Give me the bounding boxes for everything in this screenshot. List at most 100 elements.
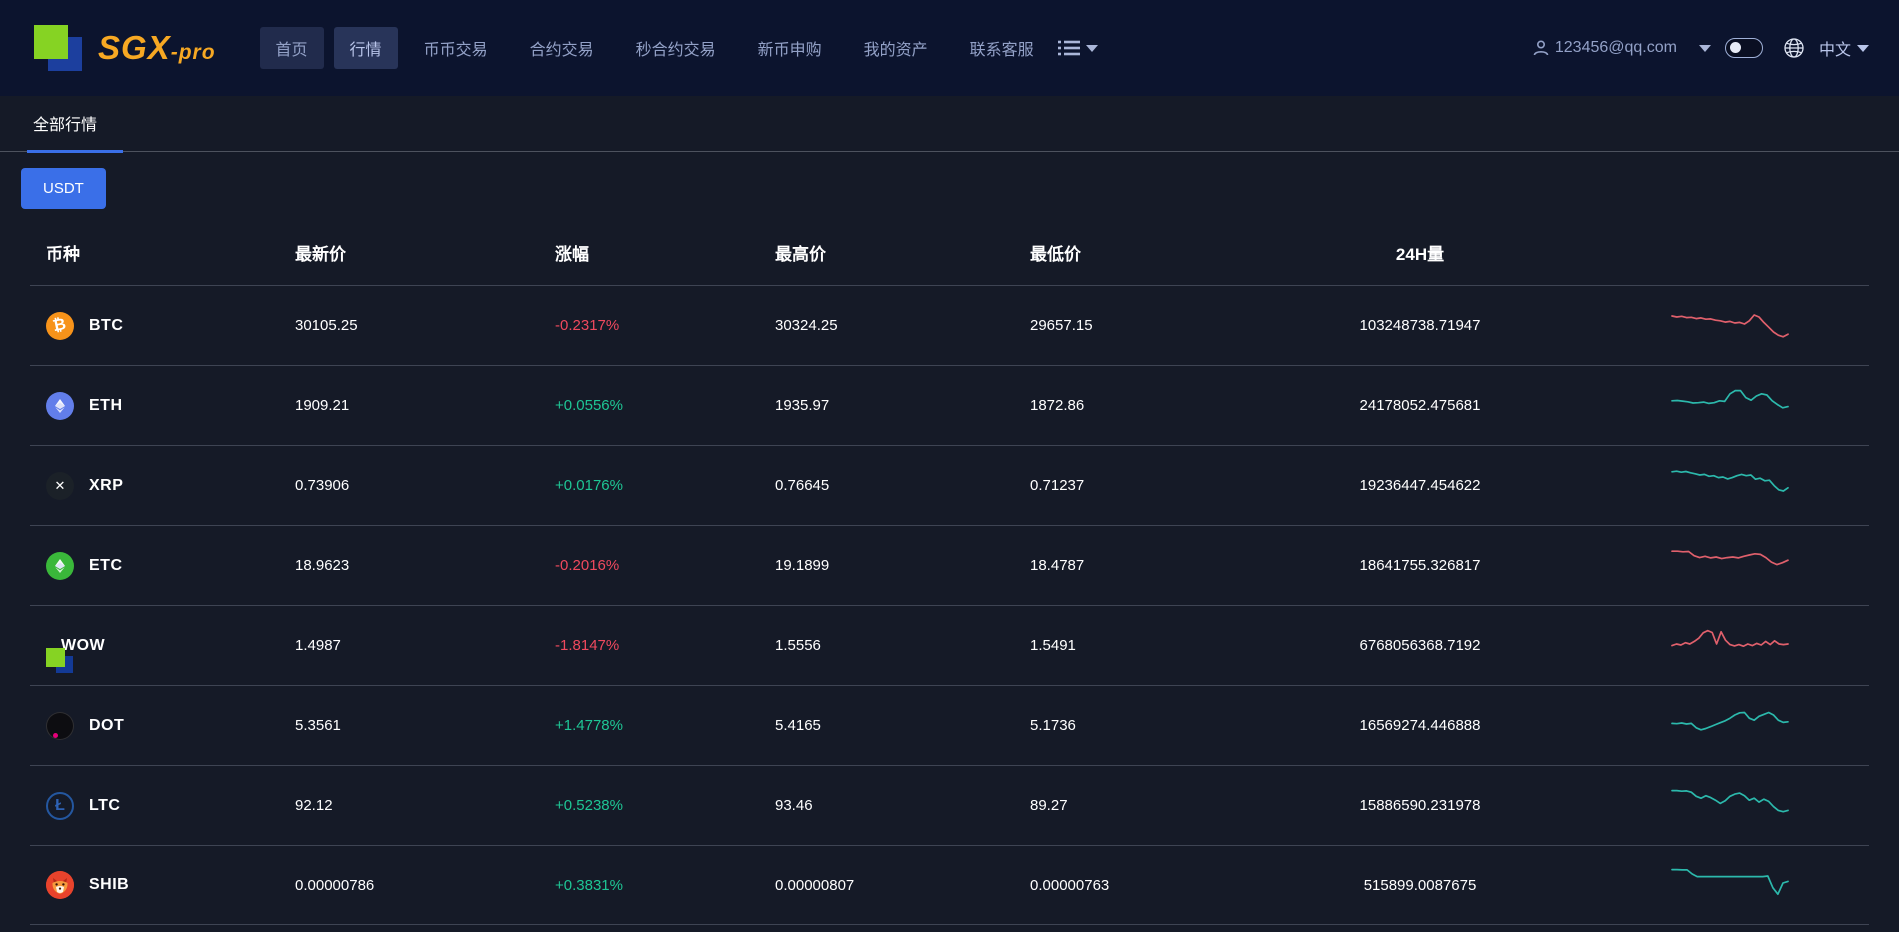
chevron-down-icon [1086, 45, 1098, 52]
coin-icon [46, 552, 74, 580]
volume-24h: 16569274.446888 [1290, 717, 1550, 734]
market-row-ltc[interactable]: Ł LTC 92.12 +0.5238% 93.46 89.27 1588659… [30, 765, 1869, 845]
change-percent: +0.0176% [555, 477, 775, 494]
low-price: 89.27 [1030, 797, 1290, 814]
col-header-change: 涨幅 [555, 240, 775, 265]
nav-item-4[interactable]: 秒合约交易 [620, 27, 732, 69]
market-row-wow[interactable]: WOW 1.4987 -1.8147% 1.5556 1.5491 676805… [30, 605, 1869, 685]
market-table-header: 币种 最新价 涨幅 最高价 最低价 24H量 [30, 219, 1869, 285]
nav-more-menu[interactable] [1058, 39, 1098, 57]
globe-icon [1783, 37, 1805, 59]
high-price: 0.00000807 [775, 877, 1030, 894]
sparkline-chart [1670, 624, 1790, 668]
col-header-coin: 币种 [30, 240, 295, 265]
coin-symbol: LTC [89, 797, 120, 815]
high-price: 0.76645 [775, 477, 1030, 494]
last-price: 5.3561 [295, 717, 555, 734]
change-percent: -1.8147% [555, 637, 775, 654]
sparkline-chart [1670, 464, 1790, 508]
last-price: 92.12 [295, 797, 555, 814]
coin-symbol: SHIB [89, 876, 129, 894]
coin-icon: ₿ [46, 312, 74, 340]
high-price: 1.5556 [775, 637, 1030, 654]
brand-logo-text: SGX-pro [98, 29, 216, 67]
coin-symbol: WOW [61, 637, 105, 655]
last-price: 1.4987 [295, 637, 555, 654]
volume-24h: 18641755.326817 [1290, 557, 1550, 574]
nav-item-3[interactable]: 合约交易 [514, 27, 610, 69]
coin-icon [46, 712, 74, 740]
high-price: 1935.97 [775, 397, 1030, 414]
language-selector[interactable]: 中文 [1819, 36, 1869, 60]
market-row-dot[interactable]: DOT 5.3561 +1.4778% 5.4165 5.1736 165692… [30, 685, 1869, 765]
nav-item-5[interactable]: 新币申购 [742, 27, 838, 69]
account-email: 123456@qq.com [1555, 39, 1677, 57]
market-row-btc[interactable]: ₿ BTC 30105.25 -0.2317% 30324.25 29657.1… [30, 285, 1869, 365]
volume-24h: 103248738.71947 [1290, 317, 1550, 334]
market-row-etc[interactable]: ETC 18.9623 -0.2016% 19.1899 18.4787 186… [30, 525, 1869, 605]
last-price: 1909.21 [295, 397, 555, 414]
low-price: 1872.86 [1030, 397, 1290, 414]
col-header-price: 最新价 [295, 240, 555, 265]
coin-symbol: ETC [89, 557, 123, 575]
user-icon [1532, 39, 1550, 57]
brand-logo-icon [34, 25, 84, 71]
col-header-low: 最低价 [1030, 240, 1290, 265]
tab-all-markets[interactable]: 全部行情 [33, 111, 97, 151]
coin-icon [46, 871, 74, 899]
market-row-eth[interactable]: ETH 1909.21 +0.0556% 1935.97 1872.86 241… [30, 365, 1869, 445]
nav-item-6[interactable]: 我的资产 [848, 27, 944, 69]
volume-24h: 6768056368.7192 [1290, 637, 1550, 654]
coin-icon: Ł [46, 792, 74, 820]
volume-24h: 515899.0087675 [1290, 877, 1550, 894]
nav-item-0[interactable]: 首页 [260, 27, 324, 69]
col-header-high: 最高价 [775, 240, 1030, 265]
active-tab-underline [27, 150, 123, 153]
volume-24h: 15886590.231978 [1290, 797, 1550, 814]
low-price: 1.5491 [1030, 637, 1290, 654]
coin-symbol: BTC [89, 317, 123, 335]
coin-symbol: ETH [89, 397, 123, 415]
market-tabbar: 全部行情 [0, 96, 1899, 152]
sparkline-chart [1670, 384, 1790, 428]
coin-symbol: XRP [89, 477, 123, 495]
volume-24h: 19236447.454622 [1290, 477, 1550, 494]
nav-item-7[interactable]: 联系客服 [954, 27, 1050, 69]
change-percent: -0.2317% [555, 317, 775, 334]
sparkline-chart [1670, 704, 1790, 748]
change-percent: +0.5238% [555, 797, 775, 814]
change-percent: +1.4778% [555, 717, 775, 734]
theme-toggle-knob [1730, 42, 1741, 53]
brand-logo[interactable]: SGX-pro [34, 25, 216, 71]
brand-name: SGX [98, 29, 171, 66]
last-price: 0.00000786 [295, 877, 555, 894]
nav-item-2[interactable]: 币币交易 [408, 27, 504, 69]
coin-icon: ✕ [46, 472, 74, 500]
change-percent: -0.2016% [555, 557, 775, 574]
tab-all-markets-label: 全部行情 [33, 117, 97, 134]
usdt-filter-button[interactable]: USDT [21, 168, 106, 209]
theme-toggle[interactable] [1725, 38, 1763, 58]
high-price: 93.46 [775, 797, 1030, 814]
market-row-xrp[interactable]: ✕ XRP 0.73906 +0.0176% 0.76645 0.71237 1… [30, 445, 1869, 525]
change-percent: +0.0556% [555, 397, 775, 414]
high-price: 5.4165 [775, 717, 1030, 734]
volume-24h: 24178052.475681 [1290, 397, 1550, 414]
main-nav: 首页行情币币交易合约交易秒合约交易新币申购我的资产联系客服 [260, 27, 1050, 69]
coin-symbol: DOT [89, 717, 124, 735]
last-price: 30105.25 [295, 317, 555, 334]
sparkline-chart [1670, 544, 1790, 588]
sparkline-chart [1670, 863, 1790, 907]
col-header-volume: 24H量 [1290, 240, 1550, 265]
low-price: 5.1736 [1030, 717, 1290, 734]
low-price: 0.00000763 [1030, 877, 1290, 894]
market-row-shib[interactable]: SHIB 0.00000786 +0.3831% 0.00000807 0.00… [30, 845, 1869, 925]
header-right: 123456@qq.com 中文 [1532, 36, 1869, 60]
language-label: 中文 [1819, 36, 1851, 60]
low-price: 29657.15 [1030, 317, 1290, 334]
market-table: 币种 最新价 涨幅 最高价 最低价 24H量 ₿ BTC 30105.25 -0… [0, 219, 1899, 925]
account-menu[interactable]: 123456@qq.com [1532, 39, 1677, 57]
nav-item-1[interactable]: 行情 [334, 27, 398, 69]
last-price: 18.9623 [295, 557, 555, 574]
account-chevron-down-icon[interactable] [1699, 45, 1711, 52]
